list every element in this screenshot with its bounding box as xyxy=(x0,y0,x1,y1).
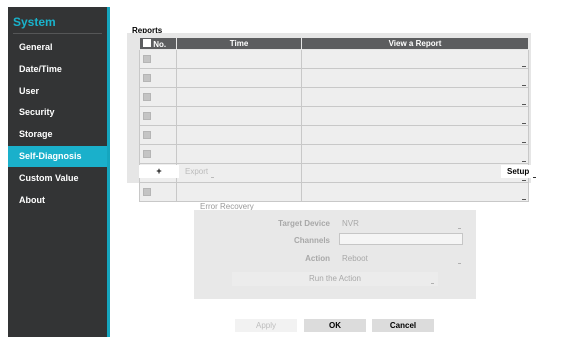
view-report-cell[interactable] xyxy=(301,144,529,164)
setup-label: Setup xyxy=(507,167,530,176)
sidebar-item-custom-value[interactable]: Custom Value xyxy=(8,168,107,189)
dropdown-indicator-icon xyxy=(431,283,434,284)
export-button[interactable]: Export xyxy=(185,165,215,178)
sidebar-title: System xyxy=(13,15,56,29)
view-report-cell[interactable] xyxy=(301,125,529,145)
table-row[interactable] xyxy=(139,125,529,145)
table-row[interactable] xyxy=(139,106,529,126)
dropdown-indicator-icon xyxy=(522,104,526,105)
sidebar-item-date-time[interactable]: Date/Time xyxy=(8,59,107,80)
row-checkbox[interactable] xyxy=(143,55,151,63)
channels-label: Channels xyxy=(293,236,330,245)
view-report-cell[interactable] xyxy=(301,87,529,107)
dropdown-indicator-icon xyxy=(522,85,526,86)
dropdown-indicator-icon xyxy=(522,66,526,67)
dropdown-indicator-icon xyxy=(522,180,526,181)
view-report-cell[interactable] xyxy=(301,106,529,126)
table-row[interactable] xyxy=(139,144,529,164)
table-row[interactable] xyxy=(139,87,529,107)
chevron-down-icon xyxy=(458,228,461,229)
view-report-cell[interactable] xyxy=(301,182,529,202)
dropdown-indicator-icon xyxy=(533,177,537,178)
time-cell xyxy=(176,68,302,88)
row-checkbox[interactable] xyxy=(143,112,151,120)
dropdown-indicator-icon xyxy=(522,161,526,162)
time-cell xyxy=(176,87,302,107)
dropdown-indicator-icon xyxy=(522,199,526,200)
select-all-checkbox[interactable] xyxy=(143,38,151,47)
view-report-cell[interactable] xyxy=(301,163,529,183)
add-button[interactable]: + xyxy=(139,165,179,178)
dropdown-indicator-icon xyxy=(522,123,526,124)
system-sidebar: System General Date/Time User Security S… xyxy=(8,7,110,337)
export-label: Export xyxy=(185,167,209,176)
view-report-cell[interactable] xyxy=(301,68,529,88)
chevron-down-icon xyxy=(458,263,461,264)
time-cell xyxy=(176,182,302,202)
sidebar-item-storage[interactable]: Storage xyxy=(8,124,107,145)
dropdown-indicator-icon xyxy=(522,142,526,143)
column-header-view-report[interactable]: View a Report xyxy=(301,37,529,50)
sidebar-item-self-diagnosis[interactable]: Self-Diagnosis xyxy=(8,146,107,167)
time-cell xyxy=(176,125,302,145)
run-action-button[interactable]: Run the Action xyxy=(232,272,438,286)
target-device-label: Target Device xyxy=(278,219,330,228)
column-label-no: No. xyxy=(153,39,167,49)
target-device-select[interactable]: NVR xyxy=(342,219,359,228)
error-recovery-panel: Target Device NVR Channels Action Reboot… xyxy=(194,210,476,299)
row-checkbox[interactable] xyxy=(143,150,151,158)
cancel-button[interactable]: Cancel xyxy=(372,319,434,332)
sidebar-item-security[interactable]: Security xyxy=(8,102,107,123)
row-checkbox[interactable] xyxy=(143,188,151,196)
action-select[interactable]: Reboot xyxy=(342,254,368,263)
row-checkbox[interactable] xyxy=(143,74,151,82)
column-header-time[interactable]: Time xyxy=(176,37,302,50)
reports-panel: No. Time View a Report + Export Setup xyxy=(127,33,547,202)
channels-field[interactable] xyxy=(339,233,463,245)
time-cell xyxy=(176,49,302,69)
sidebar-divider xyxy=(13,33,102,34)
main-content: Reports No. Time View a Report + Export … xyxy=(110,7,566,337)
time-cell xyxy=(176,106,302,126)
row-checkbox[interactable] xyxy=(143,93,151,101)
table-row[interactable] xyxy=(139,68,529,88)
sidebar-item-about[interactable]: About xyxy=(8,190,107,211)
ok-button[interactable]: OK xyxy=(304,319,366,332)
row-checkbox[interactable] xyxy=(143,131,151,139)
apply-button[interactable]: Apply xyxy=(235,319,297,332)
sidebar-item-general[interactable]: General xyxy=(8,37,107,58)
table-header: No. Time View a Report xyxy=(139,37,529,50)
dropdown-indicator-icon xyxy=(211,177,215,178)
setup-button[interactable]: Setup xyxy=(501,165,547,178)
view-report-cell[interactable] xyxy=(301,49,529,69)
table-row[interactable] xyxy=(139,182,529,202)
table-row[interactable] xyxy=(139,49,529,69)
column-header-no[interactable]: No. xyxy=(139,37,177,50)
sidebar-item-user[interactable]: User xyxy=(8,81,107,102)
run-action-label: Run the Action xyxy=(308,274,362,283)
time-cell xyxy=(176,144,302,164)
action-label: Action xyxy=(305,254,330,263)
